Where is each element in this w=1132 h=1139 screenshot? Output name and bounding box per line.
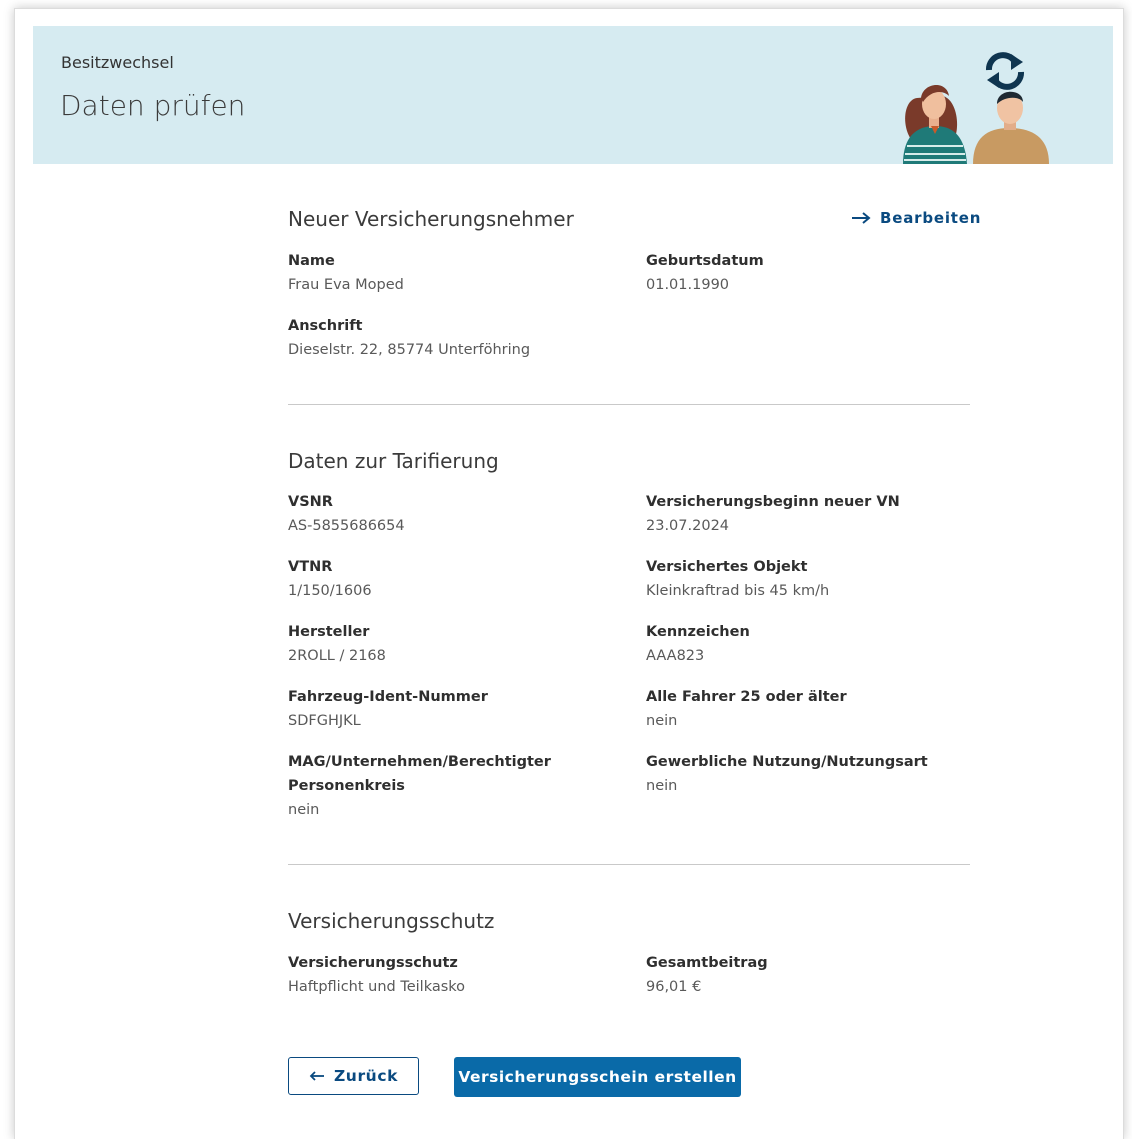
edit-link[interactable]: Bearbeiten (851, 209, 981, 227)
back-label: Zurück (333, 1067, 399, 1085)
field-label: Hersteller (288, 624, 370, 640)
field-label: Versicherungsbeginn neuer VN (646, 494, 900, 510)
page-frame (14, 8, 1124, 1139)
breadcrumb: Besitzwechsel (61, 53, 174, 72)
field-value: 23.07.2024 (646, 518, 730, 534)
man-figure (973, 91, 1049, 164)
field-value: nein (288, 802, 320, 818)
section-title-coverage: Versicherungsschutz (288, 909, 495, 933)
field-label: MAG/Unternehmen/Berechtigter (288, 754, 551, 770)
divider (288, 404, 970, 405)
field-label: Gewerbliche Nutzung/Nutzungsart (646, 754, 928, 770)
divider (288, 864, 970, 865)
field-label: VSNR (288, 494, 333, 510)
field-value: 1/150/1606 (288, 583, 372, 599)
woman-figure (903, 84, 967, 164)
edit-label: Bearbeiten (880, 209, 982, 227)
header-banner: Besitzwechsel Daten prüfen (33, 26, 1113, 164)
section-title-tariff: Daten zur Tarifierung (288, 449, 499, 473)
total-value: 96,01 € (646, 979, 702, 995)
field-value: AAA823 (646, 648, 705, 664)
field-value: AS-5855686654 (288, 518, 405, 534)
field-value: SDFGHJKL (288, 713, 361, 729)
people-exchange-illustration (903, 52, 1049, 164)
field-value: nein (646, 713, 678, 729)
dob-value: 01.01.1990 (646, 277, 730, 293)
name-value: Frau Eva Moped (288, 277, 404, 293)
field-value: nein (646, 778, 678, 794)
back-button[interactable]: Zurück (288, 1057, 419, 1095)
field-label: Fahrzeug-Ident-Nummer (288, 689, 488, 705)
total-label: Gesamtbeitrag (646, 955, 768, 971)
arrow-right-icon (852, 212, 871, 224)
address-label: Anschrift (288, 318, 363, 334)
field-label: Versichertes Objekt (646, 559, 808, 575)
section-title-policyholder: Neuer Versicherungsnehmer (288, 207, 574, 231)
field-label: VTNR (288, 559, 333, 575)
field-value: 2ROLL / 2168 (288, 648, 386, 664)
field-label-continued: Personenkreis (288, 778, 405, 794)
field-label: Alle Fahrer 25 oder älter (646, 689, 847, 705)
coverage-value: Haftpflicht und Teilkasko (288, 979, 466, 995)
create-policy-button[interactable]: Versicherungsschein erstellen (454, 1057, 741, 1097)
page-title: Daten prüfen (60, 89, 246, 122)
name-label: Name (288, 253, 335, 269)
arrow-left-icon (309, 1071, 324, 1081)
coverage-label: Versicherungsschutz (288, 955, 458, 971)
field-value: Kleinkraftrad bis 45 km/h (646, 583, 830, 599)
refresh-icon (986, 52, 1024, 90)
dob-label: Geburtsdatum (646, 253, 764, 269)
address-value: Dieselstr. 22, 85774 Unterföhring (288, 342, 531, 358)
create-policy-label: Versicherungsschein erstellen (458, 1068, 737, 1086)
field-label: Kennzeichen (646, 624, 750, 640)
